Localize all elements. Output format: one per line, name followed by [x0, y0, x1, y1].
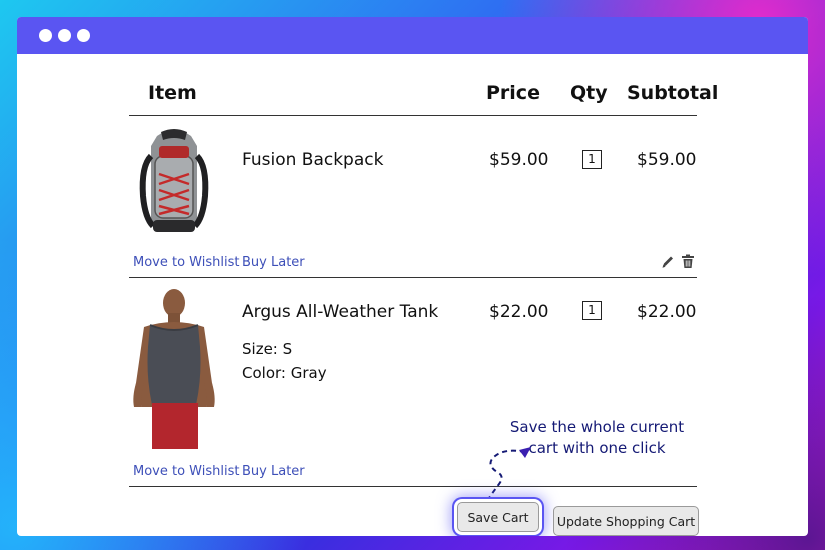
move-to-wishlist-link[interactable]: Move to Wishlist	[133, 255, 239, 270]
divider	[129, 486, 697, 487]
header-price: Price	[486, 82, 540, 104]
window-dot	[39, 29, 52, 42]
header-qty: Qty	[570, 82, 608, 104]
window-dot	[58, 29, 71, 42]
product-price: $22.00	[489, 302, 549, 322]
trash-icon[interactable]	[681, 254, 695, 269]
pencil-icon[interactable]	[661, 255, 674, 269]
backpack-image[interactable]	[135, 126, 213, 238]
divider	[129, 277, 697, 278]
row-subtotal: $22.00	[637, 302, 697, 322]
arrow-icon	[488, 447, 531, 499]
header-subtotal: Subtotal	[627, 82, 719, 104]
product-name[interactable]: Argus All-Weather Tank	[242, 302, 438, 322]
row-subtotal: $59.00	[637, 150, 697, 170]
qty-input[interactable]: 1	[582, 150, 602, 169]
browser-window: Item Price Qty Subtotal Fusion Backpack …	[17, 17, 808, 536]
update-shopping-cart-button[interactable]: Update Shopping Cart	[553, 506, 699, 536]
annotation-line: Save the whole current	[509, 418, 685, 436]
buy-later-link[interactable]: Buy Later	[242, 255, 305, 270]
divider	[129, 115, 697, 116]
product-option-size: Size: S	[242, 340, 293, 358]
product-option-color: Color: Gray	[242, 364, 327, 382]
product-price: $59.00	[489, 150, 549, 170]
header-item: Item	[148, 82, 197, 104]
save-cart-button[interactable]: Save Cart	[457, 502, 539, 532]
qty-input[interactable]: 1	[582, 301, 602, 320]
cart-table: Item Price Qty Subtotal Fusion Backpack …	[17, 54, 808, 536]
tank-top-model-image[interactable]	[130, 287, 220, 452]
window-dot	[77, 29, 90, 42]
buy-later-link[interactable]: Buy Later	[242, 464, 305, 479]
product-name[interactable]: Fusion Backpack	[242, 150, 383, 170]
window-titlebar	[17, 17, 808, 54]
move-to-wishlist-link[interactable]: Move to Wishlist	[133, 464, 239, 479]
